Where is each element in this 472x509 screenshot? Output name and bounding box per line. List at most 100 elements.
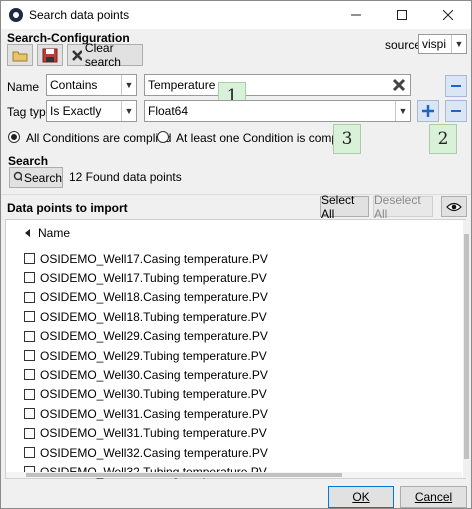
item-name: OSIDEMO_Well31.Tubing temperature.PV [40, 426, 267, 441]
condition-operator-select[interactable]: Contains ▼ [46, 74, 137, 96]
chevron-down-icon: ▼ [121, 101, 136, 121]
condition-value-text: Temperature [148, 78, 216, 92]
select-all-button[interactable]: Select All [320, 193, 369, 221]
list-item[interactable]: OSIDEMO_Well18.Casing temperature.PV [24, 288, 268, 307]
minimize-icon[interactable] [333, 1, 379, 29]
all-conditions-radio[interactable] [8, 131, 20, 143]
remove-condition-button[interactable] [445, 100, 467, 122]
item-name: OSIDEMO_Well29.Casing temperature.PV [40, 329, 268, 344]
search-result-count: 12 Found data points [69, 170, 182, 184]
search-icon [13, 171, 22, 182]
condition-operator-value: Contains [50, 78, 98, 92]
item-checkbox[interactable] [24, 350, 35, 361]
chevron-down-icon: ▼ [121, 75, 136, 95]
vertical-scrollbar[interactable] [463, 220, 470, 478]
horizontal-scrollbar[interactable] [6, 472, 462, 478]
item-name: OSIDEMO_Well30.Casing temperature.PV [40, 367, 268, 382]
folder-icon [12, 51, 28, 61]
save-config-button[interactable] [37, 44, 63, 66]
minus-icon [451, 85, 461, 87]
minus-icon [451, 110, 461, 112]
item-checkbox[interactable] [24, 272, 35, 284]
search-button-label: Search [23, 170, 62, 185]
app-icon [9, 8, 23, 22]
tag-type-select[interactable]: Float64 ▼ [144, 100, 411, 122]
condition-label: Name [7, 80, 40, 94]
item-name: OSIDEMO_Well31.Casing temperature.PV [40, 406, 268, 421]
item-name: OSIDEMO_Well29.Tubing temperature.PV [40, 348, 267, 363]
item-name: OSIDEMO_Well32.Casing temperature.PV [40, 445, 268, 460]
list-item[interactable]: OSIDEMO_Well30.Tubing temperature.PV [24, 385, 267, 404]
item-checkbox[interactable] [24, 388, 35, 400]
import-heading: Data points to import [7, 201, 128, 215]
item-name: OSIDEMO_Well18.Tubing temperature.PV [40, 309, 267, 324]
item-checkbox[interactable] [24, 330, 35, 342]
item-checkbox[interactable] [24, 291, 35, 303]
item-checkbox[interactable] [24, 447, 35, 458]
list-item[interactable]: OSIDEMO_Well30.Casing temperature.PV [24, 365, 268, 384]
sort-arrow-icon [25, 229, 30, 237]
callout-badge-2: 2 [429, 124, 457, 154]
deselect-all-label: Deselect All [374, 192, 421, 221]
chevron-down-icon: ▼ [451, 35, 466, 53]
open-folder-button[interactable] [7, 44, 33, 66]
condition-operator-select[interactable]: Is Exactly ▼ [46, 100, 137, 122]
callout-badge-3: 3 [333, 124, 361, 154]
condition-operator-value: Is Exactly [50, 104, 102, 118]
list-item[interactable]: OSIDEMO_Well17.Tubing temperature.PV [24, 268, 267, 287]
scrollbar-thumb[interactable] [464, 234, 469, 459]
deselect-all-button[interactable]: Deselect All [373, 193, 433, 221]
clear-field-icon[interactable] [392, 78, 406, 95]
item-name: OSIDEMO_Well17.Casing temperature.PV [40, 251, 268, 266]
all-conditions-label: All Conditions are complied [26, 131, 172, 145]
item-checkbox[interactable] [24, 369, 35, 381]
any-condition-radio[interactable] [157, 131, 169, 143]
eye-icon [446, 202, 462, 211]
condition-value-input[interactable]: Temperature [144, 74, 411, 96]
chevron-down-icon: ▼ [395, 101, 410, 121]
plus-icon [422, 105, 434, 117]
cancel-label: Cancel [414, 490, 453, 504]
toggle-visibility-button[interactable] [441, 196, 467, 217]
list-item[interactable]: OSIDEMO_Well32.Casing temperature.PV [24, 443, 268, 462]
ok-button[interactable]: OK [328, 486, 394, 508]
clear-icon [72, 49, 82, 61]
cancel-button[interactable]: Cancel [400, 486, 467, 508]
any-condition-label: At least one Condition is complied [176, 131, 357, 145]
data-points-list: Name OSIDEMO_Well17.Casing temperature.P… [5, 219, 466, 479]
remove-condition-button[interactable] [445, 75, 467, 97]
list-item[interactable]: OSIDEMO_Well17.Casing temperature.PV [24, 249, 268, 268]
search-heading: Search [8, 154, 49, 168]
item-checkbox[interactable] [24, 427, 35, 439]
list-item[interactable]: OSIDEMO_Well31.Casing temperature.PV [24, 404, 268, 423]
search-button[interactable]: Search [9, 167, 63, 188]
ok-label: OK [352, 490, 370, 504]
maximize-icon[interactable] [379, 1, 425, 29]
select-all-label: Select All [321, 192, 355, 221]
item-name: OSIDEMO_Well17.Tubing temperature.PV [40, 270, 267, 285]
item-checkbox[interactable] [24, 311, 35, 323]
source-value: vispi [422, 37, 447, 51]
list-item[interactable]: OSIDEMO_Well18.Tubing temperature.PV [24, 307, 267, 326]
list-item[interactable]: OSIDEMO_Well29.Casing temperature.PV [24, 327, 268, 346]
title-bar: Search data points [1, 1, 471, 29]
tag-type-value: Float64 [148, 104, 189, 118]
item-name: OSIDEMO_Well30.Tubing temperature.PV [40, 387, 267, 402]
list-item[interactable]: OSIDEMO_Well29.Tubing temperature.PV [24, 346, 267, 365]
item-checkbox[interactable] [24, 408, 35, 420]
list-item[interactable]: OSIDEMO_Well31.Tubing temperature.PV [24, 424, 267, 443]
clear-search-label: Clear search [84, 41, 121, 69]
item-name: OSIDEMO_Well18.Casing temperature.PV [40, 290, 268, 305]
search-data-points-dialog: Search data points Search-Configuration … [0, 0, 472, 509]
name-column-label: Name [38, 226, 71, 240]
name-column-header[interactable]: Name [25, 226, 70, 240]
source-select[interactable]: vispi ▼ [418, 34, 467, 54]
item-checkbox[interactable] [24, 253, 35, 264]
add-condition-button[interactable] [417, 100, 439, 122]
scrollbar-thumb[interactable] [26, 473, 342, 477]
source-label: source [385, 38, 422, 52]
clear-search-button[interactable]: Clear search [67, 41, 143, 69]
close-icon[interactable] [425, 1, 471, 29]
save-icon [42, 48, 58, 62]
window-title: Search data points [29, 8, 130, 22]
